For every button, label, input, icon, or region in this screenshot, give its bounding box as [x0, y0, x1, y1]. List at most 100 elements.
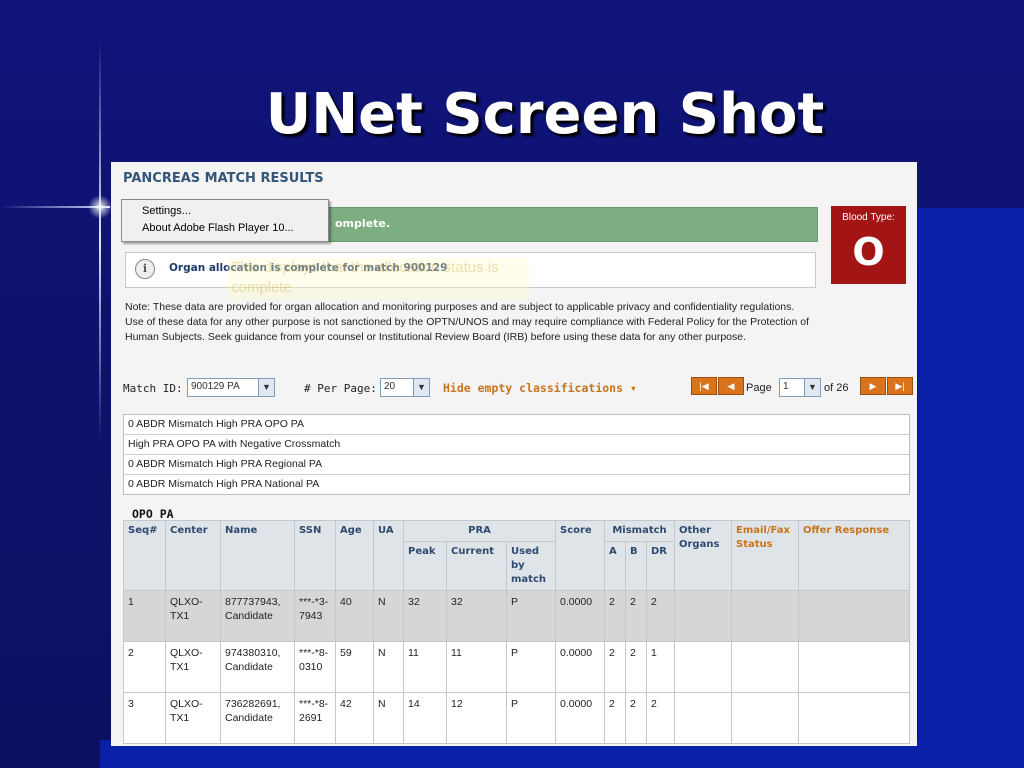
- next-page-button[interactable]: ▶: [860, 377, 886, 395]
- table-row[interactable]: 3 QLXO-TX1 736282691, Candidate ***-*8-2…: [123, 692, 910, 744]
- header-ssn[interactable]: SSN: [294, 520, 336, 591]
- match-id-label: Match ID:: [123, 382, 183, 395]
- header-pra-group: PRA: [403, 520, 556, 542]
- previous-page-button[interactable]: ◀: [718, 377, 744, 395]
- header-used-by-match[interactable]: Used by match: [506, 541, 556, 591]
- header-email-fax-status[interactable]: Email/Fax Status: [731, 520, 799, 591]
- cell-peak: 32: [403, 590, 447, 642]
- header-score[interactable]: Score: [555, 520, 605, 591]
- cell-ua: N: [373, 692, 404, 744]
- cell-dr: 1: [646, 641, 675, 693]
- cell-offer-response: [798, 641, 910, 693]
- cell-other-organs: [674, 590, 732, 642]
- list-item[interactable]: 0 ABDR Mismatch High PRA Regional PA: [124, 455, 909, 475]
- list-item[interactable]: 0 ABDR Mismatch High PRA OPO PA: [124, 415, 909, 435]
- page-title: PANCREAS MATCH RESULTS: [123, 171, 324, 186]
- cell-other-organs: [674, 692, 732, 744]
- cell-b: 2: [625, 692, 647, 744]
- classification-list: 0 ABDR Mismatch High PRA OPO PA High PRA…: [123, 414, 910, 495]
- header-b[interactable]: B: [625, 541, 647, 591]
- unet-screenshot: PANCREAS MATCH RESULTS omplete. Settings…: [111, 162, 917, 746]
- privacy-note: Note: These data are provided for organ …: [125, 301, 810, 343]
- cell-peak: 11: [403, 641, 447, 693]
- cell-center: QLXO-TX1: [165, 590, 221, 642]
- last-page-button[interactable]: ▶|: [887, 377, 913, 395]
- header-seq[interactable]: Seq#: [123, 520, 166, 591]
- header-other-organs[interactable]: Other Organs: [674, 520, 732, 591]
- cell-dr: 2: [646, 590, 675, 642]
- header-name[interactable]: Name: [220, 520, 295, 591]
- match-results-table: Seq# Center Name SSN Age UA PRA Score Mi…: [123, 520, 910, 744]
- match-id-value: 900129 PA: [191, 381, 240, 392]
- table-row[interactable]: 1 QLXO-TX1 877737943, Candidate ***-*3-7…: [123, 590, 910, 642]
- menu-item-settings[interactable]: Settings...: [142, 205, 191, 217]
- cell-offer-response: [798, 590, 910, 642]
- cell-score: 0.0000: [555, 641, 605, 693]
- cell-used: P: [506, 590, 556, 642]
- cell-name: 736282691, Candidate: [220, 692, 295, 744]
- cell-b: 2: [625, 641, 647, 693]
- list-item[interactable]: High PRA OPO PA with Negative Crossmatch: [124, 435, 909, 455]
- cell-ssn: ***-*8-0310: [294, 641, 336, 693]
- cell-ua: N: [373, 590, 404, 642]
- page-total: of 26: [824, 382, 849, 394]
- cell-seq: 1: [123, 590, 166, 642]
- tooltip-callout: This displays that the allocation status…: [227, 258, 529, 300]
- cell-a: 2: [604, 641, 626, 693]
- cell-age: 40: [335, 590, 374, 642]
- status-banner-text: omplete.: [335, 217, 391, 230]
- hide-empty-classifications-link[interactable]: Hide empty classifications ▾: [443, 381, 637, 395]
- cell-current: 32: [446, 590, 507, 642]
- header-dr[interactable]: DR: [646, 541, 675, 591]
- cell-email-fax: [731, 590, 799, 642]
- cell-used: P: [506, 641, 556, 693]
- match-controls: Match ID: 900129 PA ▼ # Per Page: 20 ▼ H…: [123, 376, 913, 400]
- cell-email-fax: [731, 692, 799, 744]
- cell-current: 12: [446, 692, 507, 744]
- page-label: Page: [746, 382, 772, 394]
- header-mismatch-group: Mismatch: [604, 520, 675, 542]
- header-ua[interactable]: UA: [373, 520, 404, 591]
- cell-age: 42: [335, 692, 374, 744]
- flash-context-menu: Settings... About Adobe Flash Player 10.…: [121, 199, 329, 242]
- header-center[interactable]: Center: [165, 520, 221, 591]
- header-offer-response[interactable]: Offer Response: [798, 520, 910, 591]
- cell-dr: 2: [646, 692, 675, 744]
- cell-age: 59: [335, 641, 374, 693]
- cell-other-organs: [674, 641, 732, 693]
- table-row[interactable]: 2 QLXO-TX1 974380310, Candidate ***-*8-0…: [123, 641, 910, 693]
- cell-center: QLXO-TX1: [165, 692, 221, 744]
- chevron-down-icon: ▼: [804, 379, 820, 396]
- cell-name: 974380310, Candidate: [220, 641, 295, 693]
- chevron-down-icon: ▼: [413, 379, 429, 396]
- cell-a: 2: [604, 692, 626, 744]
- cell-a: 2: [604, 590, 626, 642]
- slide-decoration-block: [918, 208, 1024, 768]
- cell-center: QLXO-TX1: [165, 641, 221, 693]
- first-page-button[interactable]: |◀: [691, 377, 717, 395]
- menu-item-about-flash[interactable]: About Adobe Flash Player 10...: [142, 222, 294, 234]
- list-item[interactable]: 0 ABDR Mismatch High PRA National PA: [124, 475, 909, 494]
- cell-score: 0.0000: [555, 692, 605, 744]
- header-a[interactable]: A: [604, 541, 626, 591]
- blood-type-label: Blood Type:: [842, 212, 895, 223]
- cell-score: 0.0000: [555, 590, 605, 642]
- cell-ua: N: [373, 641, 404, 693]
- per-page-select[interactable]: 20 ▼: [380, 378, 430, 397]
- cell-seq: 3: [123, 692, 166, 744]
- header-age[interactable]: Age: [335, 520, 374, 591]
- blood-type-badge: Blood Type: O: [831, 206, 906, 284]
- cell-name: 877737943, Candidate: [220, 590, 295, 642]
- header-peak[interactable]: Peak: [403, 541, 447, 591]
- cell-peak: 14: [403, 692, 447, 744]
- match-id-select[interactable]: 900129 PA ▼: [187, 378, 275, 397]
- cell-ssn: ***-*8-2691: [294, 692, 336, 744]
- cell-email-fax: [731, 641, 799, 693]
- cell-current: 11: [446, 641, 507, 693]
- header-current[interactable]: Current: [446, 541, 507, 591]
- blood-type-value: O: [852, 230, 885, 274]
- page-select[interactable]: 1 ▼: [779, 378, 821, 397]
- cell-seq: 2: [123, 641, 166, 693]
- page-value: 1: [783, 381, 789, 392]
- per-page-label: # Per Page:: [304, 382, 377, 395]
